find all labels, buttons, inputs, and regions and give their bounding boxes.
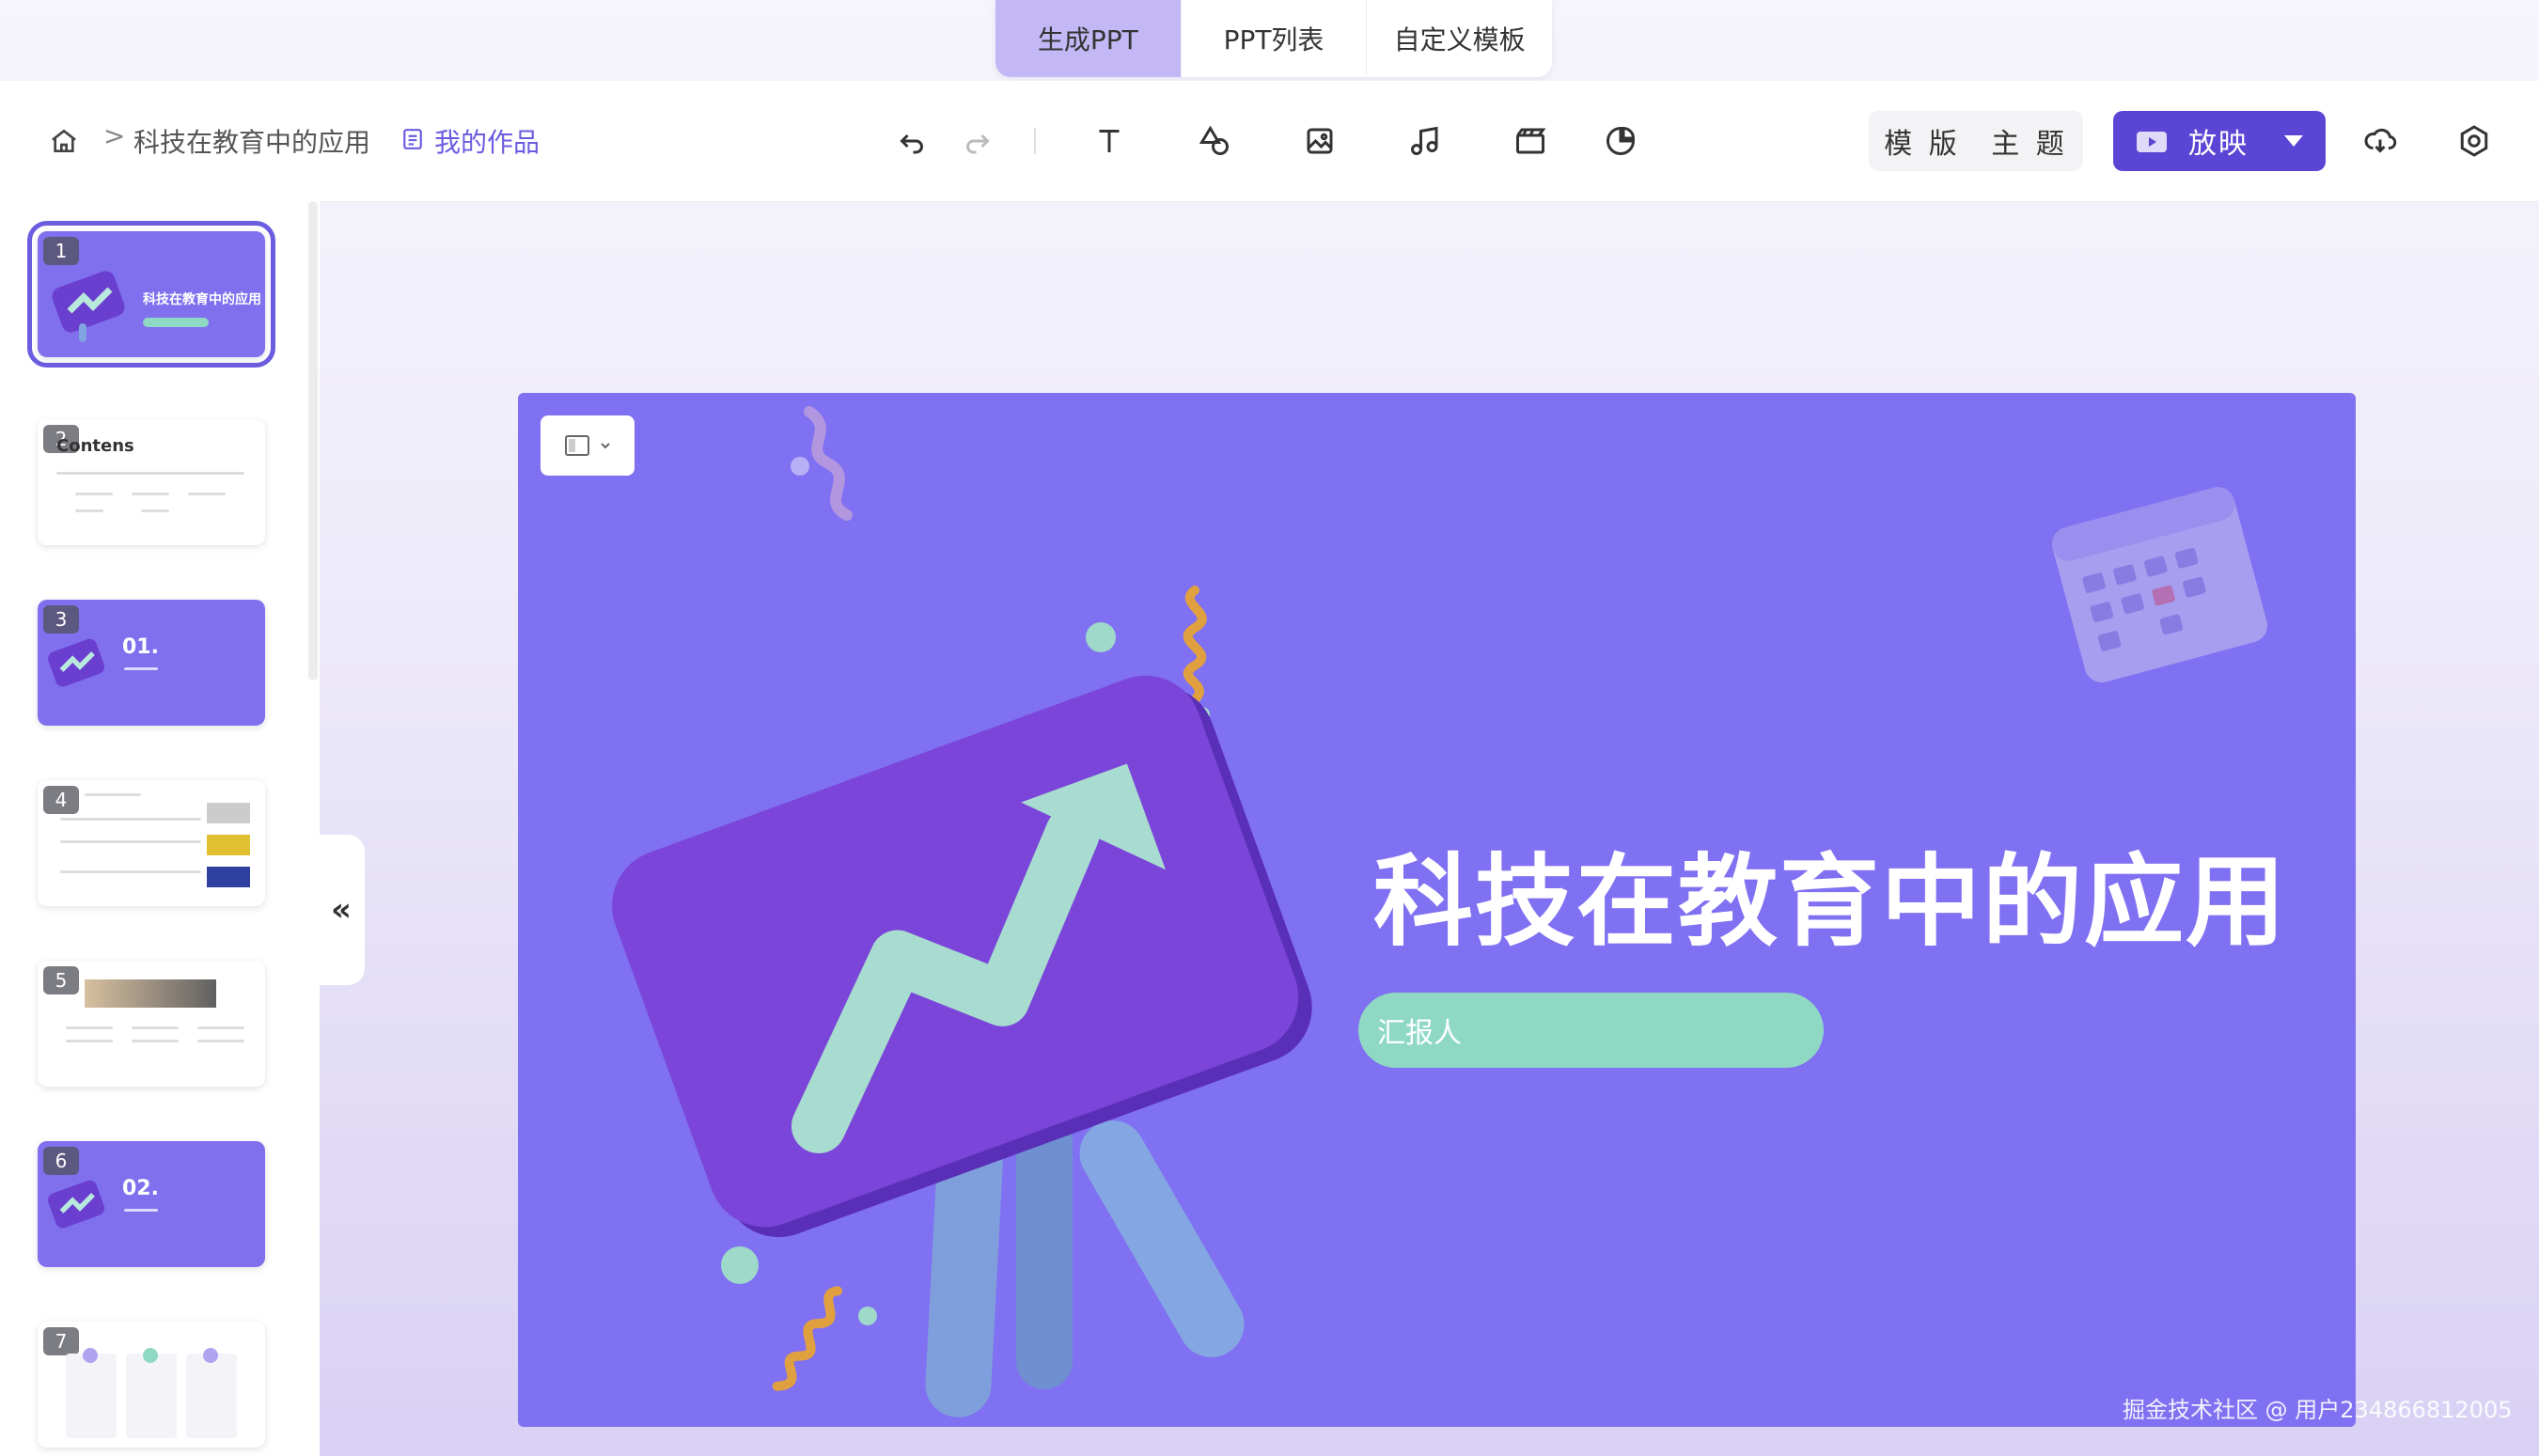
- settings-icon[interactable]: [2450, 117, 2499, 165]
- thumbnail-title: 01.: [122, 635, 159, 659]
- home-icon[interactable]: [45, 122, 83, 160]
- chevron-down-icon[interactable]: [2284, 135, 2303, 147]
- breadcrumb-title[interactable]: 科技在教育中的应用: [133, 122, 370, 160]
- thumbnail-title: Contens: [56, 436, 134, 456]
- text-icon[interactable]: [1085, 117, 1134, 165]
- tab-generate-ppt[interactable]: 生成PPT: [995, 0, 1182, 77]
- breadcrumb-separator: >: [103, 120, 126, 151]
- sidebar-scrollbar[interactable]: [308, 201, 318, 681]
- toolbar-divider: [1034, 128, 1036, 154]
- thumbnail-slide-7[interactable]: 7: [38, 1322, 265, 1448]
- chart-pie-icon[interactable]: [1596, 117, 1645, 165]
- thumbnail-slide-6[interactable]: 6 02.: [38, 1141, 265, 1267]
- thumbnail-number: 4: [43, 786, 79, 814]
- toolbar: > 科技在教育中的应用 我的作品 模 版 主 题 放映: [0, 81, 2539, 202]
- shapes-icon[interactable]: [1190, 117, 1239, 165]
- theme-button[interactable]: 主 题: [1976, 111, 2083, 171]
- undo-icon[interactable]: [887, 117, 936, 165]
- thumbnail-number: 5: [43, 966, 79, 994]
- download-cloud-icon[interactable]: [2356, 117, 2405, 165]
- tab-custom-template[interactable]: 自定义模板: [1367, 0, 1552, 77]
- template-button[interactable]: 模 版: [1869, 111, 1976, 171]
- thumbnail-title: 科技在教育中的应用: [143, 292, 261, 307]
- document-icon: [400, 126, 425, 152]
- my-works-link[interactable]: 我的作品: [434, 122, 540, 160]
- music-icon[interactable]: [1401, 117, 1450, 165]
- thumbnail-pill: [143, 318, 209, 327]
- collapse-sidebar-button[interactable]: «: [318, 835, 365, 985]
- play-button[interactable]: 放映: [2113, 111, 2326, 171]
- thumbnail-slide-2[interactable]: 2 Contens: [38, 419, 265, 545]
- thumbnail-number: 3: [43, 605, 79, 634]
- slide-canvas[interactable]: 科技在教育中的应用 汇报人: [518, 393, 2356, 1427]
- thumbnail-number: 7: [43, 1327, 79, 1355]
- reporter-pill[interactable]: 汇报人: [1358, 993, 1824, 1068]
- redo-icon[interactable]: [953, 117, 1002, 165]
- video-clapper-icon[interactable]: [1506, 117, 1555, 165]
- thumbnail-number: 1: [43, 237, 79, 265]
- slide-title[interactable]: 科技在教育中的应用: [1373, 821, 2287, 965]
- play-icon: [2137, 132, 2167, 152]
- slide-thumbnail-sidebar: 1 科技在教育中的应用 2 Contens 3 01. 4 5 6 02. 7: [0, 201, 320, 1456]
- thumbnail-title: 02.: [122, 1177, 159, 1200]
- mode-tabs: 生成PPT PPT列表 自定义模板: [995, 0, 1552, 77]
- image-icon[interactable]: [1295, 117, 1344, 165]
- watermark: 掘金技术社区 @ 用户234866812005: [2123, 1397, 2513, 1423]
- tab-ppt-list[interactable]: PPT列表: [1182, 0, 1368, 77]
- thumbnail-slide-5[interactable]: 5: [38, 961, 265, 1087]
- thumbnail-slide-1[interactable]: 1 科技在教育中的应用: [27, 221, 275, 368]
- thumbnail-slide-4[interactable]: 4: [38, 780, 265, 906]
- thumbnail-slide-3[interactable]: 3 01.: [38, 600, 265, 726]
- template-theme-switch: 模 版 主 题: [1869, 111, 2083, 171]
- play-label: 放映: [2188, 128, 2249, 161]
- thumbnail-number: 6: [43, 1147, 79, 1175]
